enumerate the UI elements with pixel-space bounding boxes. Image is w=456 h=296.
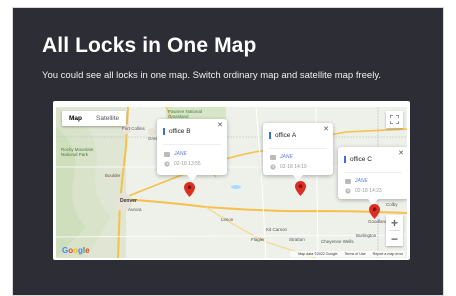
fullscreen-button[interactable] xyxy=(386,111,403,128)
info-window-office-c: ✕ office C JANE 02-18 14:23 xyxy=(338,147,407,205)
city-label: Flagler xyxy=(251,237,265,242)
clock-icon xyxy=(164,161,170,167)
zoom-in-button[interactable]: + xyxy=(386,215,403,230)
city-label: Denver xyxy=(120,198,137,204)
map-type-control: Map Satellite xyxy=(62,111,127,126)
lock-user-row: JANE xyxy=(345,178,368,184)
lock-user: JANE xyxy=(174,151,187,157)
zoom-control: + − xyxy=(386,215,403,246)
lock-time-row: 02-18 14:23 xyxy=(345,188,382,194)
park-label: Rocky Mountain National Park xyxy=(61,147,94,157)
city-label: Colby xyxy=(386,202,398,207)
clock-icon xyxy=(270,164,276,170)
lock-time: 02-18 13:55 xyxy=(174,161,201,167)
fullscreen-icon xyxy=(390,115,399,124)
lock-user: JANE xyxy=(355,178,368,184)
city-label: Burlington xyxy=(356,233,377,238)
page-subtitle: You could see all locks in one map. Swit… xyxy=(42,70,382,81)
divider xyxy=(344,172,402,173)
clock-icon xyxy=(345,188,351,194)
city-label: Stratton xyxy=(289,237,305,242)
info-tip xyxy=(187,175,197,181)
lock-user-row: JANE xyxy=(270,154,293,160)
map-card: Fort Collins Greeley Boulder Denver Auro… xyxy=(53,101,410,260)
map-marker-icon[interactable] xyxy=(295,181,306,196)
info-window-office-a: ✕ office A JANE 02-18 14:19 xyxy=(263,123,333,181)
park-label: Pawnee National Grassland xyxy=(168,109,203,119)
lock-time: 02-18 14:23 xyxy=(355,188,382,194)
google-logo: Google xyxy=(62,246,90,255)
close-icon[interactable]: ✕ xyxy=(398,149,404,157)
report-error-link[interactable]: Report a map error xyxy=(373,252,403,256)
lock-name: office A xyxy=(269,132,296,139)
divider xyxy=(163,144,221,145)
map-attribution: Map data ©2022 Google Terms of Use Repor… xyxy=(290,251,405,257)
lock-time-row: 02-18 14:19 xyxy=(270,164,307,170)
city-label: Boulder xyxy=(105,173,121,178)
lock-time: 02-18 14:19 xyxy=(280,164,307,170)
map-type-satellite-button[interactable]: Satellite xyxy=(89,111,126,126)
page-title: All Locks in One Map xyxy=(42,34,257,57)
map-data-credit: Map data ©2022 Google xyxy=(298,252,338,256)
zoom-out-button[interactable]: − xyxy=(386,231,403,246)
lock-name: office C xyxy=(344,156,372,163)
map-type-map-button[interactable]: Map xyxy=(62,111,89,126)
city-label: Aurora xyxy=(128,207,142,212)
map-marker-icon[interactable] xyxy=(184,182,195,197)
terms-link[interactable]: Terms of Use xyxy=(344,252,365,256)
close-icon[interactable]: ✕ xyxy=(217,121,223,129)
user-icon xyxy=(345,178,351,184)
lock-user: JANE xyxy=(280,154,293,160)
lock-user-row: JANE xyxy=(164,151,187,157)
city-label: Fort Collins xyxy=(122,126,145,131)
lock-time-row: 02-18 13:55 xyxy=(164,161,201,167)
user-icon xyxy=(164,151,170,157)
city-label: Limon xyxy=(221,217,234,222)
city-label: Cheyenne Wells xyxy=(321,239,354,244)
google-map[interactable]: Fort Collins Greeley Boulder Denver Auro… xyxy=(56,107,407,258)
city-label: Goodland xyxy=(368,219,388,224)
divider xyxy=(269,148,327,149)
city-label: Kit Carson xyxy=(266,227,288,232)
close-icon[interactable]: ✕ xyxy=(323,125,329,133)
info-window-office-b: ✕ office B JANE 02-18 13:55 xyxy=(157,119,227,181)
lock-name: office B xyxy=(163,128,191,135)
user-icon xyxy=(270,154,276,160)
map-marker-icon[interactable] xyxy=(369,204,380,219)
